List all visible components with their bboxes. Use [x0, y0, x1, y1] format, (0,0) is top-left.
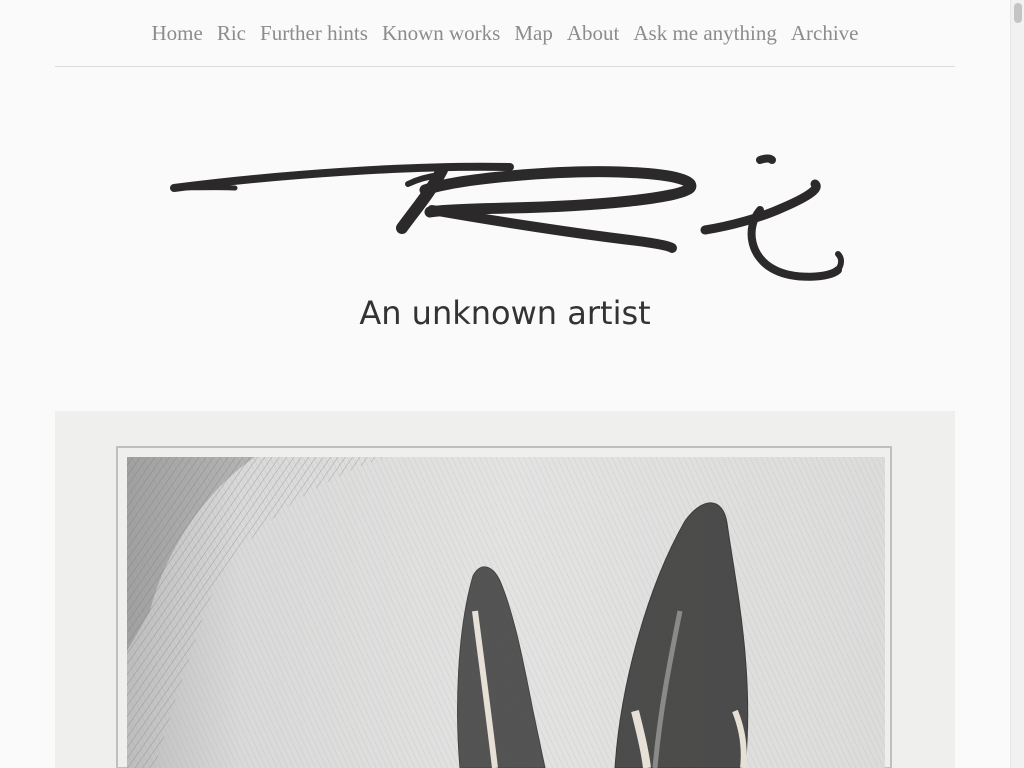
scrollbar-thumb[interactable]: [1014, 3, 1022, 23]
nav-link-ask-me-anything[interactable]: Ask me anything: [633, 21, 776, 46]
nav-link-known-works[interactable]: Known works: [382, 21, 500, 46]
nav-link-archive[interactable]: Archive: [791, 21, 859, 46]
top-navigation: Home Ric Further hints Known works Map A…: [55, 0, 955, 67]
signature-logo-graphic: [170, 154, 844, 281]
signature-logo[interactable]: [160, 148, 850, 288]
page: Home Ric Further hints Known works Map A…: [0, 0, 1010, 768]
featured-artwork-image[interactable]: [55, 411, 955, 768]
vertical-scrollbar[interactable]: [1010, 0, 1024, 768]
nav-link-map[interactable]: Map: [514, 21, 553, 46]
nav-link-ric[interactable]: Ric: [217, 21, 246, 46]
site-tagline: An unknown artist: [359, 294, 651, 332]
nav-link-about[interactable]: About: [567, 21, 620, 46]
dog-etching-image: [55, 411, 955, 768]
nav-link-home[interactable]: Home: [152, 21, 203, 46]
nav-link-further-hints[interactable]: Further hints: [260, 21, 368, 46]
